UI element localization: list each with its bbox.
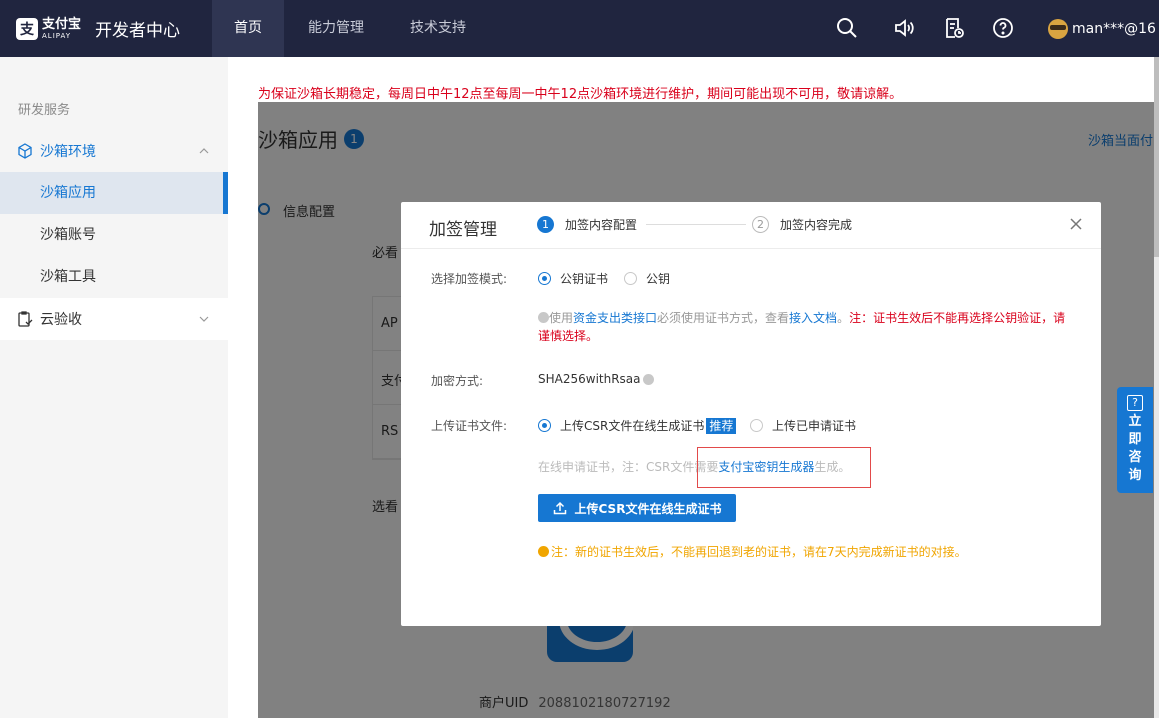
nav-support[interactable]: 技术支持	[396, 0, 480, 57]
nav-capability[interactable]: 能力管理	[292, 0, 380, 57]
chevron-down-icon	[199, 316, 209, 322]
site-title: 开发者中心	[95, 21, 181, 41]
upload-icon	[553, 501, 566, 515]
algo-value: SHA256withRsaa	[538, 372, 654, 386]
question-icon: ?	[1127, 395, 1143, 411]
sidebar: 研发服务 沙箱环境 沙箱应用 沙箱账号 沙箱工具 云验收	[0, 57, 228, 718]
cube-icon	[18, 143, 32, 159]
top-navbar: 支 支付宝 ALIPAY 开发者中心 首页 能力管理 技术支持 man***@1…	[0, 0, 1159, 57]
radio-upload-csr[interactable]: 上传CSR文件在线生成证书 推荐	[538, 417, 737, 434]
search-icon[interactable]	[835, 16, 859, 40]
upload-csr-button[interactable]: 上传CSR文件在线生成证书	[538, 494, 736, 522]
algo-label: 加密方式:	[431, 374, 484, 388]
sidebar-item-sandbox-app[interactable]: 沙箱应用	[0, 172, 228, 214]
user-name: man***@16	[1072, 20, 1156, 37]
brand-name: 支付宝	[42, 16, 82, 32]
speaker-icon[interactable]	[892, 16, 916, 40]
consult-button[interactable]: ? 立即咨询	[1117, 387, 1153, 493]
sign-management-modal: 加签管理 1 加签内容配置 2 加签内容完成 选择加签模式: 公钥证书 公钥 使…	[401, 202, 1101, 626]
step-1: 1 加签内容配置	[537, 216, 637, 233]
radio-public-key-cert[interactable]: 公钥证书	[538, 270, 608, 287]
info-icon[interactable]	[642, 373, 654, 385]
nav-home[interactable]: 首页	[212, 0, 284, 57]
sidebar-group-cloud-acceptance[interactable]: 云验收	[0, 298, 228, 340]
info-icon	[538, 312, 549, 323]
maintenance-notice: 为保证沙箱长期稳定，每周日中午12点至每周一中午12点沙箱环境进行维护，期间可能…	[258, 87, 903, 102]
document-clock-icon[interactable]	[942, 16, 966, 40]
sidebar-group-sandbox[interactable]: 沙箱环境	[0, 130, 228, 172]
highlight-box	[697, 447, 871, 488]
close-icon[interactable]	[1068, 216, 1084, 232]
sidebar-section-title: 研发服务	[18, 103, 71, 118]
recommend-tag: 推荐	[706, 417, 737, 434]
brand-name-en: ALIPAY	[42, 31, 72, 40]
user-menu[interactable]: man***@16	[1048, 0, 1156, 57]
step-2: 2 加签内容完成	[752, 216, 852, 233]
brand[interactable]: 支 支付宝 ALIPAY 开发者中心	[16, 0, 180, 57]
cert-tip: 使用资金支出类接口必须使用证书方式，查看接入文档。注：证书生效后不能再选择公钥验…	[538, 311, 1066, 343]
warning-icon	[538, 546, 549, 557]
page-scrollbar[interactable]	[1154, 57, 1159, 718]
avatar	[1048, 18, 1068, 39]
access-doc-link[interactable]: 接入文档	[789, 311, 837, 325]
clipboard-check-icon	[18, 311, 33, 327]
chevron-up-icon	[199, 148, 209, 154]
fund-api-link[interactable]: 资金支出类接口	[573, 311, 657, 325]
radio-public-key[interactable]: 公钥	[624, 270, 670, 287]
alipay-logo-icon: 支	[16, 17, 38, 40]
sign-mode-label: 选择加签模式:	[431, 272, 508, 286]
sidebar-item-sandbox-account[interactable]: 沙箱账号	[0, 214, 228, 256]
help-icon[interactable]	[991, 16, 1015, 40]
radio-upload-cert[interactable]: 上传已申请证书	[750, 417, 856, 434]
upload-label: 上传证书文件:	[431, 419, 508, 433]
sidebar-item-sandbox-tools[interactable]: 沙箱工具	[0, 256, 228, 298]
modal-title: 加签管理	[429, 220, 497, 240]
cert-warning: 注：新的证书生效后，不能再回退到老的证书，请在7天内完成新证书的对接。	[538, 543, 967, 560]
